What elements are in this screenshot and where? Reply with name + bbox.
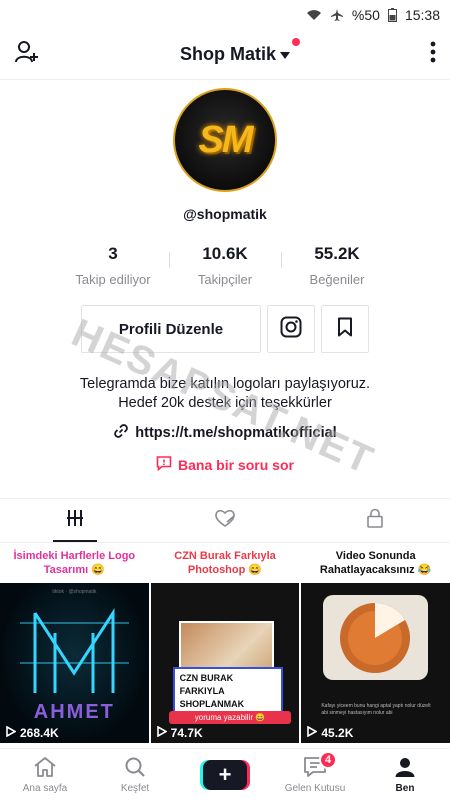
view-count: 45.2K — [307, 725, 354, 740]
nav-discover[interactable]: Keşfet — [90, 749, 180, 800]
banner-line: SHOPLANMAK — [179, 699, 245, 709]
search-icon — [124, 756, 146, 781]
nav-create[interactable]: + — [180, 749, 270, 800]
more-options-icon[interactable] — [430, 40, 436, 69]
battery-icon — [387, 8, 397, 22]
stat-following[interactable]: 3 Takip ediliyor — [57, 244, 169, 287]
avatar[interactable]: SM — [173, 88, 277, 192]
pie-photo-art — [323, 595, 429, 680]
caret-down-icon — [280, 44, 290, 65]
video-preview: AHMET tiktok · @shopmatik — [0, 583, 149, 743]
video-thumbnail[interactable]: İsimdeki Harflerle Logo Tasarımı 😄 AHMET… — [0, 543, 149, 743]
thumb-overlay-text: AHMET — [33, 701, 115, 723]
edit-profile-button[interactable]: Profili Düzenle — [81, 305, 261, 353]
bio-line: Hedef 20k destek için teşekkürler — [118, 395, 332, 411]
video-preview: CZN BURAK FARKIYLA SHOPLANMAK yoruma yaz… — [150, 583, 300, 743]
battery-text: %50 — [351, 7, 380, 23]
nav-home[interactable]: Ana sayfa — [0, 749, 90, 800]
stat-likes[interactable]: 55.2K Beğeniler — [281, 244, 393, 287]
stats-row: 3 Takip ediliyor 10.6K Takipçiler 55.2K … — [0, 244, 450, 287]
stat-label: Takipçiler — [197, 272, 253, 287]
video-caption: CZN Burak Farkıyla Photoshop 😄 — [150, 543, 300, 583]
bio-line: Telegramda bize katılın logoları paylaşı… — [79, 376, 371, 392]
tab-videos[interactable] — [0, 499, 150, 542]
video-caption: İsimdeki Harflerle Logo Tasarımı 😄 — [0, 543, 149, 583]
nav-label: Keşfet — [120, 782, 150, 794]
nav-label: Ben — [395, 782, 415, 794]
home-icon — [33, 756, 57, 781]
stat-value: 3 — [108, 244, 118, 263]
inbox-badge: 4 — [319, 751, 337, 769]
ask-question-label: Bana bir soru sor — [178, 456, 294, 473]
nav-label: Ana sayfa — [22, 782, 68, 794]
account-switcher[interactable]: Shop Matik — [179, 38, 300, 65]
nav-inbox[interactable]: 4 Gelen Kutusu — [270, 749, 360, 800]
status-bar: %50 15:38 — [0, 0, 450, 30]
instagram-icon — [280, 316, 302, 343]
view-count-value: 268.4K — [20, 726, 59, 740]
instagram-button[interactable] — [267, 305, 315, 353]
video-caption: Video Sonunda Rahatlayacaksınız 😂 — [301, 543, 450, 583]
ask-question-button[interactable]: Bana bir soru sor — [0, 455, 450, 474]
bottom-nav: Ana sayfa Keşfet + 4 Gelen Kutusu Ben — [0, 748, 450, 800]
stat-label: Takip ediliyor — [75, 272, 151, 287]
favorites-button[interactable] — [321, 305, 369, 353]
content-tabs — [0, 498, 450, 542]
view-count: 268.4K — [6, 725, 59, 740]
play-icon — [6, 725, 17, 740]
video-preview: Kafayı yiceem bunu hangi aptal yaptı nol… — [301, 583, 450, 743]
video-thumbnail[interactable]: CZN Burak Farkıyla Photoshop 😄 CZN BURAK… — [150, 543, 300, 743]
video-grid: İsimdeki Harflerle Logo Tasarımı 😄 AHMET… — [0, 542, 450, 743]
stat-value: 10.6K — [202, 244, 248, 263]
view-count: 74.7K — [156, 725, 203, 740]
person-icon — [394, 756, 416, 781]
view-count-value: 45.2K — [321, 726, 354, 740]
username: @shopmatik — [183, 206, 267, 222]
notification-dot — [292, 38, 300, 46]
clock-text: 15:38 — [404, 7, 440, 23]
thumb-small-text: tiktok · @shopmatik — [52, 589, 97, 595]
tab-liked[interactable] — [150, 499, 300, 542]
tab-private[interactable] — [300, 499, 450, 542]
add-friend-icon[interactable] — [14, 39, 40, 70]
nav-me[interactable]: Ben — [360, 749, 450, 800]
airplane-icon — [330, 8, 344, 22]
nav-label: Gelen Kutusu — [284, 782, 346, 794]
play-icon — [156, 725, 168, 740]
view-count-value: 74.7K — [170, 726, 203, 740]
lock-icon — [366, 508, 384, 533]
stat-value: 55.2K — [314, 244, 360, 263]
stat-label: Beğeniler — [309, 272, 365, 287]
wifi-icon — [306, 9, 322, 21]
profile-header: Shop Matik — [0, 30, 450, 80]
profile-link[interactable]: https://t.me/shopmatikofficial — [0, 423, 450, 443]
plus-icon: + — [203, 759, 247, 790]
grid-icon — [66, 509, 84, 532]
hidden-heart-icon — [214, 508, 236, 533]
stat-followers[interactable]: 10.6K Takipçiler — [169, 244, 281, 287]
thumb-small-text: Kafayı yiceem bunu hangi aptal yaptı nol… — [321, 703, 431, 716]
thumb-sub-text: yoruma yazabilir 😄 — [168, 711, 292, 724]
bookmark-icon — [337, 317, 353, 342]
thumb-banner: CZN BURAK FARKIYLA SHOPLANMAK — [172, 667, 283, 716]
bio: Telegramda bize katılın logoları paylaşı… — [0, 375, 450, 413]
page-title: Shop Matik — [179, 44, 276, 64]
link-text: https://t.me/shopmatikofficial — [135, 425, 337, 441]
banner-line: FARKIYLA — [179, 686, 225, 696]
avatar-logo-text: SM — [198, 118, 254, 161]
question-bubble-icon — [156, 455, 172, 474]
banner-line: CZN BURAK — [179, 673, 234, 683]
play-icon — [307, 725, 318, 740]
video-thumbnail[interactable]: Video Sonunda Rahatlayacaksınız 😂 Kafayı… — [301, 543, 450, 743]
link-icon — [113, 423, 129, 443]
